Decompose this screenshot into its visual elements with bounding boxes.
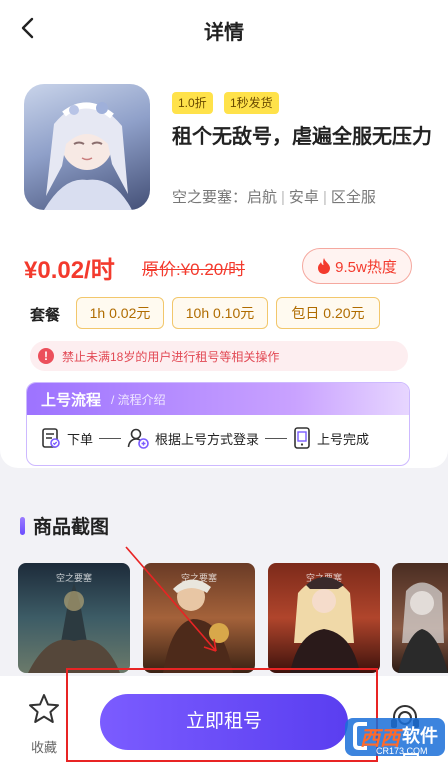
step-label: 根据上号方式登录 — [155, 431, 260, 447]
screenshot-thumbnail[interactable]: 空之要塞 — [18, 563, 130, 673]
header: 详情 — [0, 0, 448, 58]
flow-header: 上号流程 / 流程介绍 — [27, 383, 409, 415]
section-title-text: 商品截图 — [33, 517, 110, 538]
step-connector — [99, 437, 122, 439]
package-option-10h[interactable]: 10h 0.10元 — [172, 297, 268, 329]
product-subtitle: 空之要塞：启航 | 安卓 | 区全服 — [172, 189, 376, 206]
flow-steps: 下单 根据上号方式登录 上号完成 — [27, 415, 409, 449]
favorite-label: 收藏 — [30, 740, 57, 755]
fire-icon — [318, 258, 331, 274]
favorite-button[interactable]: 收藏 — [16, 692, 72, 756]
platform: 安卓 — [288, 189, 319, 206]
step-connector — [265, 437, 288, 439]
flow-title: 上号流程 — [41, 391, 102, 409]
rent-price: ¥0.02/时 — [24, 257, 115, 284]
flow-intro-link[interactable]: / 流程介绍 — [111, 391, 166, 408]
original-price: 原价:¥0.20/时 — [142, 260, 245, 279]
game-name: 空之要塞：启航 — [172, 189, 278, 206]
section-accent-bar — [20, 516, 25, 535]
delivery-tag: 1秒发货 — [224, 92, 279, 114]
package-option-1h[interactable]: 1h 0.02元 — [76, 297, 164, 329]
server: 区全服 — [330, 189, 376, 206]
product-title: 租个无敌号，虐遍全服无压力 — [172, 126, 432, 148]
user-login-icon — [127, 428, 149, 449]
package-option-day[interactable]: 包日 0.20元 — [276, 297, 380, 329]
flow-step-login: 根据上号方式登录 — [127, 427, 259, 449]
game-cover-image — [24, 84, 150, 210]
screenshot-thumbnail[interactable] — [392, 563, 448, 673]
page-title: 详情 — [204, 22, 244, 44]
heat-badge: 9.5w热度 — [302, 248, 412, 284]
star-icon — [29, 694, 59, 723]
annotation-arrow — [125, 546, 217, 652]
heat-value: 9.5w热度 — [335, 258, 397, 276]
phone-icon — [294, 427, 310, 449]
order-icon — [42, 428, 60, 448]
screenshot-thumbnail[interactable]: 空之要塞 — [268, 563, 380, 673]
warning-icon: ! — [38, 348, 54, 364]
product-card: 1.0折 1秒发货 租个无敌号，虐遍全服无压力 空之要塞：启航 | 安卓 | 区全服 ¥… — [0, 58, 448, 468]
watermark-url: CR173.COM — [376, 746, 428, 756]
warning-text: 禁止未满18岁的用户进行租号等相关操作 — [62, 349, 280, 364]
flow-step-order: 下单 — [41, 427, 93, 449]
login-flow-panel: 上号流程 / 流程介绍 下单 根据上号方式登录 上号完成 — [26, 382, 410, 466]
flow-step-done: 上号完成 — [293, 427, 369, 449]
age-warning: ! 禁止未满18岁的用户进行租号等相关操作 — [30, 341, 408, 371]
package-label: 套餐 — [30, 307, 61, 324]
annotation-box — [66, 668, 378, 762]
screenshots-heading: 商品截图 — [20, 512, 109, 539]
discount-tag: 1.0折 — [172, 92, 213, 114]
watermark-text: 软件园 — [402, 726, 438, 764]
step-label: 上号完成 — [317, 431, 370, 447]
step-label: 下单 — [67, 431, 94, 447]
